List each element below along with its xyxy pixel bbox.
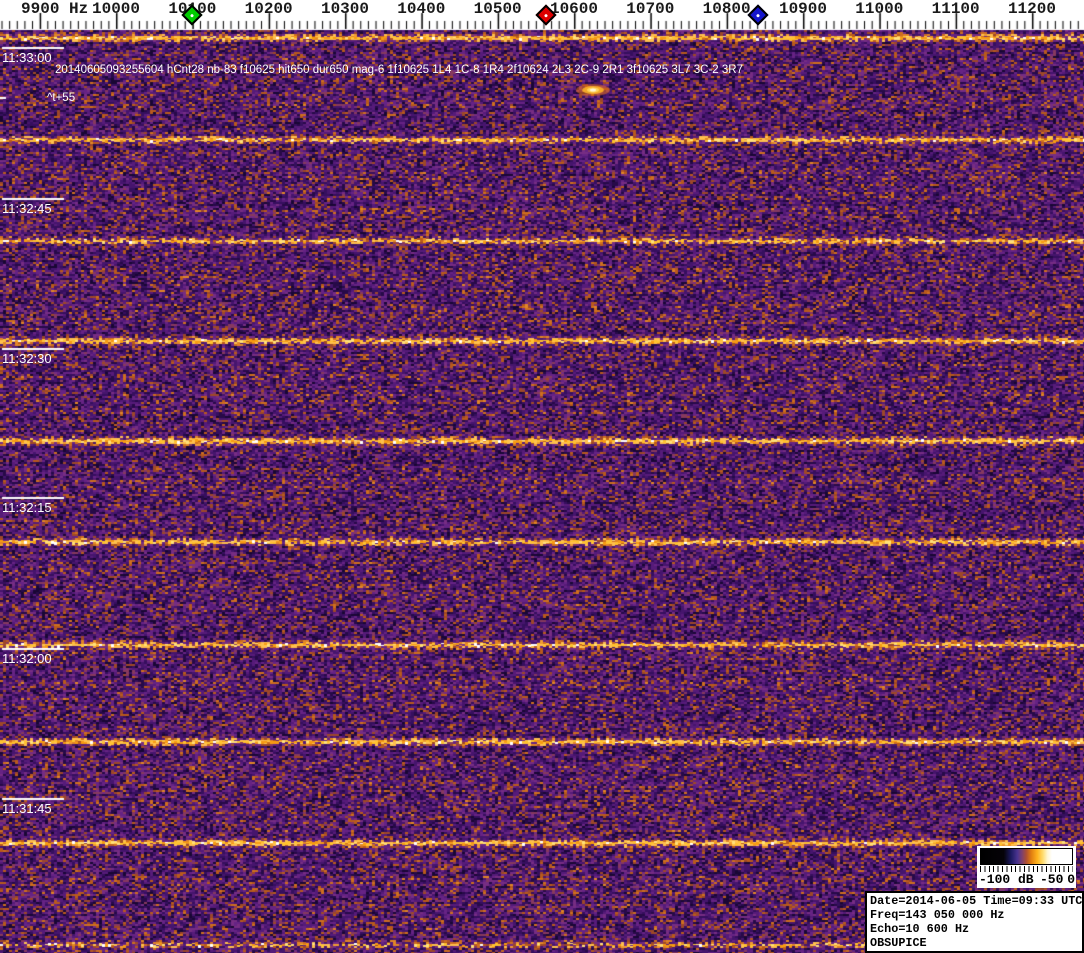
freq-axis-label: 11200 [1007,0,1056,18]
time-axis-label: 11:32:30 [2,351,52,366]
colorbar-gradient [980,848,1073,865]
colorbar-label-max: 0 [1067,872,1075,887]
trigger-annotation: ^t+55 [47,92,76,104]
freq-axis-label: 10700 [626,0,675,18]
info-box-line: Echo=10 600 Hz [870,922,970,936]
info-box-line: Freq=143 050 000 Hz [870,908,1005,922]
colorbar-label-min: -100 dB [979,872,1034,887]
freq-axis-label: 10600 [549,0,598,18]
spectrogram-screen: 9900 Hz100001010010200103001040010500106… [0,0,1084,953]
info-box-line: Date=2014-06-05 Time=09:33 UTC [870,894,1083,908]
freq-axis-label: 10900 [778,0,827,18]
time-axis-label: 11:31:45 [2,801,52,816]
time-axis-label: 11:32:45 [2,201,52,216]
freq-axis-label: 10800 [702,0,751,18]
station-info-box: Date=2014-06-05 Time=09:33 UTC Freq=143 0… [865,891,1084,953]
freq-axis-label: 10500 [473,0,522,18]
freq-axis-label: 11000 [855,0,904,18]
colorbar-label-mid: -50 [1040,872,1064,887]
time-axis-label: 11:33:00 [2,50,52,65]
freq-axis-label: 10000 [91,0,141,18]
colorbar-panel: -100 dB -50 0 [977,846,1076,888]
spectrogram-canvas [0,0,1084,953]
freq-axis-label: 9900 Hz [21,0,89,18]
freq-axis-label: 11100 [931,0,980,18]
detection-annotation: 20140605093255604 hCnt28 nb-83 f10625 hi… [55,64,743,76]
freq-axis-label: 10400 [397,0,446,18]
freq-axis-label: 10300 [320,0,369,18]
freq-axis-label: 10200 [244,0,293,18]
time-axis-label: 11:32:15 [2,500,52,515]
info-box-line: OBSUPICE [870,936,927,950]
time-axis-label: 11:32:00 [2,651,52,666]
